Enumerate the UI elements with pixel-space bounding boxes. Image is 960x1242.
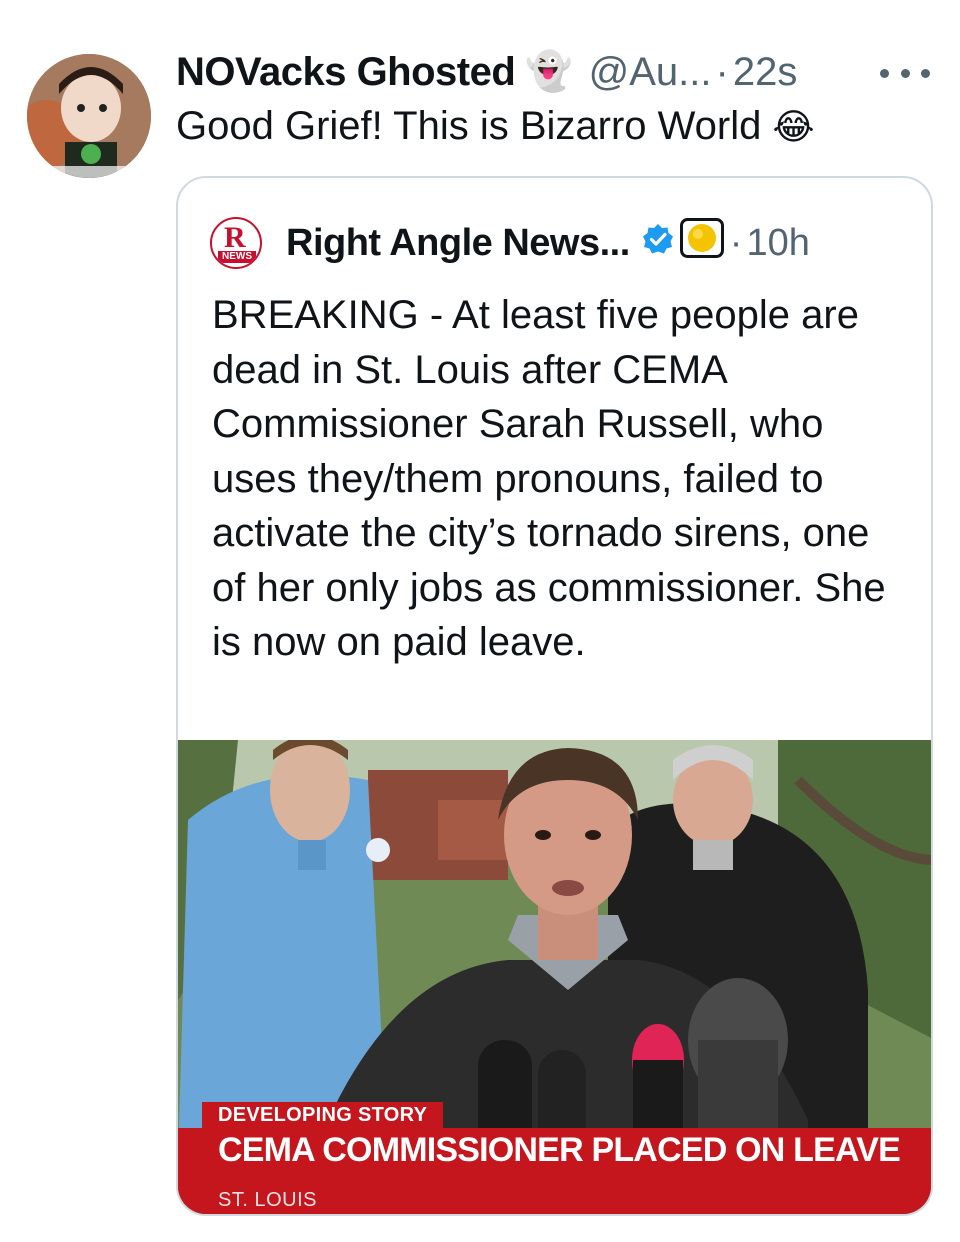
tweet-text: Good Grief! This is Bizarro World 😂 bbox=[176, 100, 815, 153]
quoted-tweet-header: R NEWS Right Angle News... · 10h bbox=[210, 217, 810, 269]
news-headline: CEMA COMMISSIONER PLACED ON LEAVE bbox=[218, 1131, 901, 1169]
user-handle[interactable]: @Au... bbox=[589, 50, 712, 95]
news-location: ST. LOUIS bbox=[218, 1189, 317, 1211]
quoted-tweet-text: BREAKING - At least five people are dead… bbox=[212, 293, 886, 664]
tears-of-joy-emoji-icon: 😂 bbox=[772, 106, 815, 147]
right-angle-news-logo[interactable]: R NEWS bbox=[210, 217, 262, 269]
logo-letter: R bbox=[224, 221, 246, 254]
logo-caption: NEWS bbox=[218, 251, 256, 263]
separator-dot: · bbox=[715, 49, 729, 94]
tweet-text-body: Good Grief! This is Bizarro World bbox=[176, 104, 762, 148]
ghost-emoji-icon: 👻 bbox=[525, 51, 573, 93]
avatar-image bbox=[27, 54, 151, 178]
news-lower-third: DEVELOPING STORY CEMA COMMISSIONER PLACE… bbox=[178, 1102, 931, 1214]
developing-story-tag: DEVELOPING STORY bbox=[202, 1102, 444, 1128]
yellow-circle-icon bbox=[679, 218, 724, 268]
avatar[interactable] bbox=[27, 54, 151, 178]
quoted-tweet[interactable]: R NEWS Right Angle News... · 10h BREAKIN… bbox=[176, 176, 933, 1216]
tweet[interactable]: NOVacks Ghosted 👻 @Au... · 22s Good Grie… bbox=[0, 0, 960, 1242]
display-name[interactable]: NOVacks Ghosted bbox=[176, 50, 516, 95]
tweet-header: NOVacks Ghosted 👻 @Au... · 22s bbox=[176, 46, 797, 98]
ellipsis-icon[interactable] bbox=[880, 60, 930, 86]
separator-dot: · bbox=[729, 221, 743, 264]
quoted-timestamp[interactable]: 10h bbox=[746, 222, 809, 265]
verified-badge-icon bbox=[642, 222, 674, 265]
quoted-media-image[interactable]: DEVELOPING STORY CEMA COMMISSIONER PLACE… bbox=[178, 740, 931, 1214]
timestamp[interactable]: 22s bbox=[733, 50, 798, 95]
quoted-display-name[interactable]: Right Angle News... bbox=[286, 222, 630, 265]
